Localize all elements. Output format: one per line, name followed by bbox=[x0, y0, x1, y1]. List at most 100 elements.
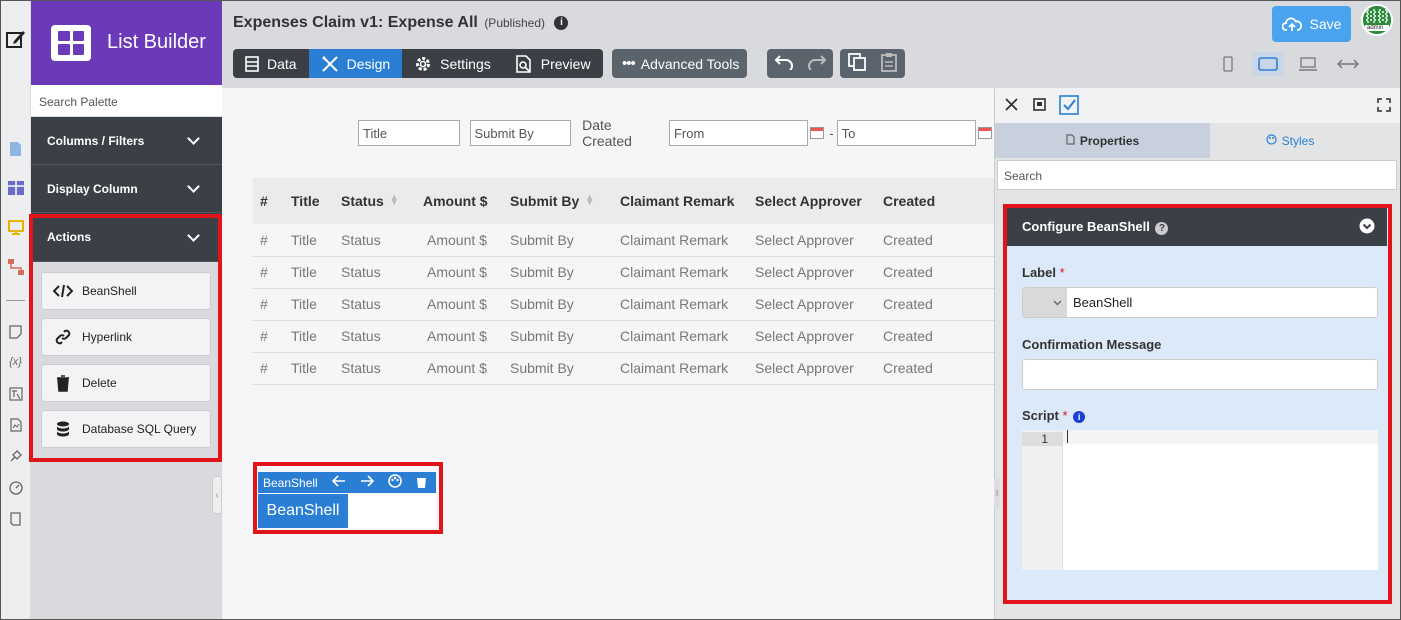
tab-data[interactable]: Data bbox=[233, 49, 309, 78]
filter-submit-by-input[interactable]: Submit By bbox=[469, 120, 572, 146]
flow-icon[interactable] bbox=[7, 258, 24, 275]
table-cell: Title bbox=[284, 288, 334, 321]
note-icon[interactable] bbox=[7, 323, 24, 340]
table-row[interactable]: # Title Status Amount $ Submit By Claimant Re… bbox=[253, 288, 994, 321]
column-header[interactable]: Status ▲ ▼ bbox=[334, 178, 416, 224]
script-code-area[interactable] bbox=[1062, 430, 1378, 570]
scroll-icon[interactable] bbox=[7, 510, 24, 527]
chevron-circle-down-icon[interactable] bbox=[1359, 218, 1375, 237]
avatar[interactable]: admin bbox=[1361, 4, 1393, 36]
move-right-icon[interactable] bbox=[360, 475, 374, 490]
tab-preview[interactable]: Preview bbox=[503, 49, 603, 78]
undo-icon[interactable] bbox=[774, 54, 794, 73]
redo-icon[interactable] bbox=[807, 54, 827, 73]
beanshell-action-button[interactable]: BeanShell bbox=[258, 494, 348, 528]
label-input[interactable]: BeanShell bbox=[1067, 288, 1138, 317]
help-icon[interactable]: ? bbox=[1155, 222, 1169, 235]
apply-check-icon[interactable] bbox=[1059, 95, 1079, 118]
expand-width-icon[interactable] bbox=[1332, 52, 1364, 76]
table-row[interactable]: # Title Status Amount $ Submit By Claimant Re… bbox=[253, 256, 994, 289]
table-icon bbox=[245, 55, 259, 72]
laptop-view-icon[interactable] bbox=[1292, 52, 1324, 76]
tab-settings[interactable]: Settings bbox=[402, 49, 503, 78]
avatar-label: admin bbox=[1367, 25, 1384, 31]
paste-icon[interactable] bbox=[881, 52, 898, 75]
action-database-sql-query[interactable]: Database SQL Query bbox=[41, 410, 211, 448]
action-beanshell[interactable]: BeanShell bbox=[41, 272, 211, 310]
save-button[interactable]: Save bbox=[1272, 6, 1351, 42]
script-field-label: Script * i bbox=[1022, 408, 1086, 423]
sort-icon[interactable]: ▲ ▼ bbox=[390, 193, 399, 207]
section-header[interactable]: Configure BeanShell ? bbox=[1007, 208, 1387, 246]
gear-icon bbox=[416, 56, 431, 71]
filter-date-to-input[interactable]: To bbox=[836, 120, 977, 146]
tab-design[interactable]: Design bbox=[308, 49, 403, 78]
column-header[interactable]: Amount $ bbox=[416, 178, 503, 224]
copy-icon[interactable] bbox=[847, 53, 866, 74]
info-icon[interactable]: i bbox=[1073, 411, 1086, 423]
document-icon[interactable] bbox=[7, 140, 24, 157]
table-row[interactable]: # Title Status Amount $ Submit By Claimant Re… bbox=[253, 352, 994, 385]
properties-toolbar bbox=[995, 88, 1401, 123]
table-cell: # bbox=[253, 256, 284, 289]
filter-title-input[interactable]: Title bbox=[358, 120, 460, 146]
close-icon[interactable] bbox=[1005, 98, 1018, 114]
sort-icon[interactable]: ▲ ▼ bbox=[585, 193, 594, 207]
column-header[interactable]: Select Approver bbox=[748, 178, 876, 224]
tab-properties[interactable]: Properties bbox=[995, 123, 1210, 158]
translate-icon[interactable] bbox=[7, 385, 24, 402]
file-chart-icon[interactable] bbox=[7, 416, 24, 433]
fullscreen-icon[interactable] bbox=[1377, 98, 1391, 115]
column-header[interactable]: # bbox=[253, 178, 284, 224]
edit-icon[interactable] bbox=[5, 28, 27, 50]
advanced-tools-button[interactable]: ••• Advanced Tools bbox=[612, 49, 747, 78]
calendar-icon[interactable] bbox=[810, 127, 825, 139]
gauge-icon[interactable] bbox=[7, 479, 24, 496]
plug-icon[interactable] bbox=[7, 447, 24, 464]
palette-collapse-handle[interactable]: ‹ bbox=[212, 476, 222, 514]
column-header[interactable]: Submit By ▲ ▼ bbox=[503, 178, 613, 224]
confirmation-message-input[interactable] bbox=[1022, 359, 1378, 390]
table-cell: # bbox=[253, 352, 284, 385]
palette-search-input[interactable]: Search Palette bbox=[31, 85, 222, 117]
table-cell: Claimant Remark bbox=[613, 288, 748, 321]
section-columns-filters[interactable]: Columns / Filters bbox=[31, 117, 222, 165]
actions-list: BeanShell Hyperlink Delete Database SQL … bbox=[31, 262, 222, 448]
phone-view-icon[interactable] bbox=[1212, 52, 1244, 76]
filter-date-from-input[interactable]: From bbox=[668, 120, 809, 146]
section-actions[interactable]: Actions bbox=[31, 213, 222, 262]
monitor-icon[interactable] bbox=[7, 219, 24, 236]
table-cell: Amount $ bbox=[416, 352, 503, 385]
action-label: Hyperlink bbox=[82, 330, 133, 344]
table-cell: Status bbox=[334, 352, 416, 385]
column-header[interactable]: Claimant Remark bbox=[613, 178, 748, 224]
table-cell: Select Approver bbox=[748, 288, 876, 321]
info-icon[interactable]: i bbox=[554, 16, 569, 30]
action-hyperlink[interactable]: Hyperlink bbox=[41, 318, 211, 356]
table-cell: # bbox=[253, 224, 284, 257]
table-row[interactable]: # Title Status Amount $ Submit By Claimant Re… bbox=[253, 320, 994, 353]
variable-icon[interactable]: {x} bbox=[7, 353, 24, 370]
palette-style-icon[interactable] bbox=[387, 474, 402, 491]
table-cell: Select Approver bbox=[748, 256, 876, 289]
table-cell: Title bbox=[284, 256, 334, 289]
table-cell: Status bbox=[334, 256, 416, 289]
tablet-view-icon[interactable] bbox=[1252, 52, 1284, 76]
table-row[interactable]: # Title Status Amount $ Submit By Claimant Re… bbox=[253, 224, 994, 257]
tab-styles[interactable]: Styles bbox=[1210, 123, 1370, 158]
label-field[interactable]: BeanShell bbox=[1022, 287, 1378, 318]
column-header[interactable]: Created bbox=[876, 178, 994, 224]
save-panel-icon[interactable] bbox=[1033, 98, 1046, 114]
section-display-column[interactable]: Display Column bbox=[31, 165, 222, 213]
grid-icon[interactable] bbox=[7, 179, 24, 196]
properties-search-input[interactable]: Search bbox=[997, 160, 1397, 190]
panel-resize-handle[interactable]: ‖ bbox=[994, 478, 1000, 508]
column-header[interactable]: Title bbox=[284, 178, 334, 224]
action-delete[interactable]: Delete bbox=[41, 364, 211, 402]
trash-icon[interactable] bbox=[415, 474, 427, 491]
language-select[interactable] bbox=[1023, 288, 1067, 317]
calendar-icon[interactable] bbox=[978, 127, 992, 139]
move-left-icon[interactable] bbox=[331, 475, 346, 490]
script-editor[interactable]: 1 bbox=[1022, 430, 1378, 570]
design-canvas[interactable]: Title Submit By Date Created From - To #… bbox=[228, 92, 994, 620]
